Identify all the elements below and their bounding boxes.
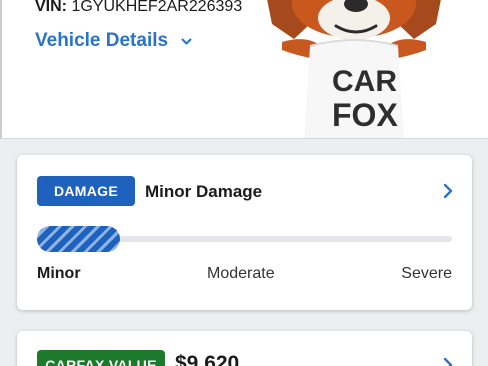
damage-title: Minor Damage — [145, 182, 263, 201]
vin-row: VIN: 1GYUKHEF2AR226393 — [35, 0, 242, 16]
level-minor-label: Minor — [37, 265, 81, 282]
vehicle-header: VIN: 1GYUKHEF2AR226393 Vehicle Details C… — [0, 0, 488, 139]
carfax-value-amount: $9,620 — [175, 352, 240, 366]
level-moderate-label: Moderate — [207, 265, 275, 282]
chevron-right-icon[interactable] — [442, 357, 454, 366]
damage-card[interactable]: DAMAGE Minor Damage Minor Moderate Sever… — [17, 155, 472, 310]
damage-badge: DAMAGE — [37, 176, 135, 206]
carfax-value-badge: CARFAX VALUE — [37, 350, 165, 366]
chevron-right-icon[interactable] — [442, 183, 454, 199]
svg-text:CAR: CAR — [332, 65, 397, 98]
svg-text:FOX: FOX — [332, 97, 398, 133]
chevron-down-icon — [181, 30, 192, 52]
level-severe-label: Severe — [401, 265, 452, 282]
vehicle-details-label: Vehicle Details — [35, 30, 169, 52]
carfax-value-card[interactable]: CARFAX VALUE $9,620 — [17, 331, 472, 366]
vin-value: 1GYUKHEF2AR226393 — [71, 0, 243, 15]
carfox-mascot-image: CAR FOX — [267, 0, 441, 138]
vehicle-details-link[interactable]: Vehicle Details — [35, 30, 192, 52]
vin-label: VIN: — [35, 0, 67, 15]
damage-severity-fill — [37, 226, 120, 252]
